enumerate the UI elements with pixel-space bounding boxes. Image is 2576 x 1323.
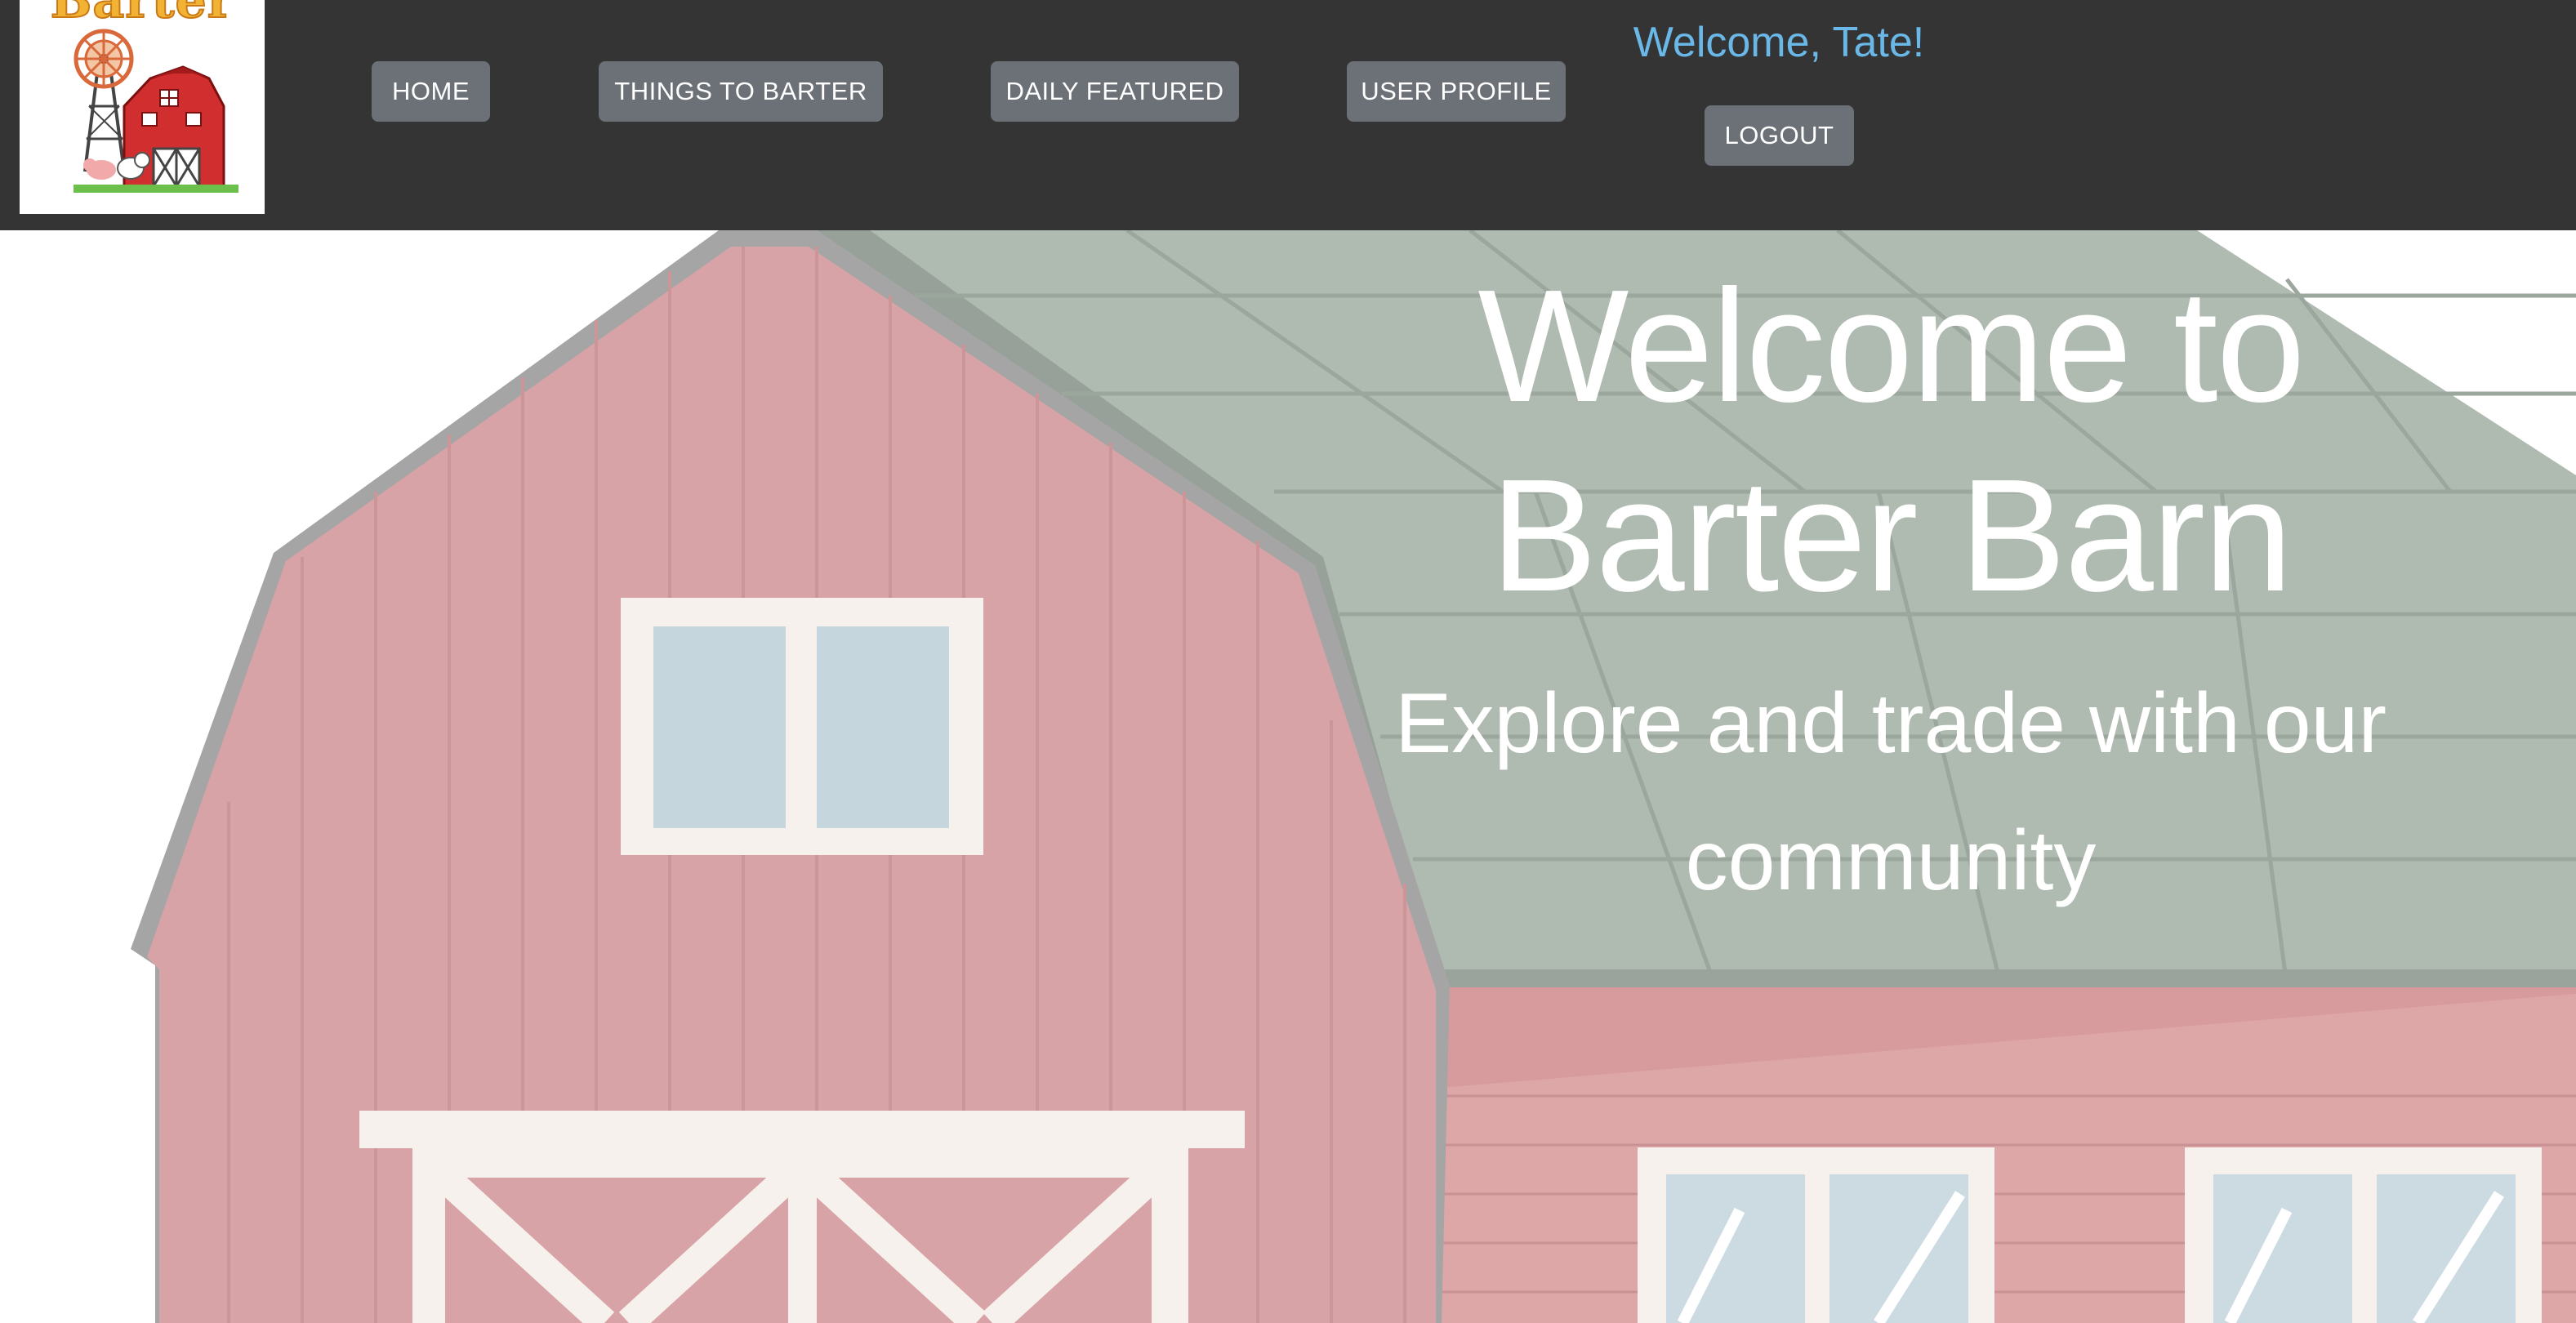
logout-button[interactable]: LOGOUT (1705, 105, 1854, 166)
welcome-user-text: Welcome, Tate! (1633, 19, 1925, 66)
nav-things-to-barter-button[interactable]: THINGS TO BARTER (599, 61, 883, 122)
hero-title-line2: Barter Barn (1490, 446, 2293, 625)
hero-title: Welcome to Barter Barn (1290, 252, 2491, 630)
nav-daily-featured-button[interactable]: DAILY FEATURED (991, 61, 1239, 122)
nav-home-button[interactable]: HOME (372, 61, 490, 122)
hero-banner: Welcome to Barter Barn Explore and trade… (0, 230, 2576, 1323)
barn-logo-icon (74, 29, 238, 193)
hero-subtitle-line2: community (1685, 813, 2097, 908)
hero-title-line1: Welcome to (1477, 256, 2305, 435)
hero-subtitle: Explore and trade with our community (1323, 655, 2458, 929)
hero-subtitle-line1: Explore and trade with our (1394, 676, 2387, 771)
barter-barn-logo[interactable]: Barter (20, 0, 265, 214)
top-navbar: Barter HOME THINGS TO BARTER DAILY FEATU… (0, 0, 2576, 230)
nav-user-profile-button[interactable]: USER PROFILE (1347, 61, 1566, 122)
